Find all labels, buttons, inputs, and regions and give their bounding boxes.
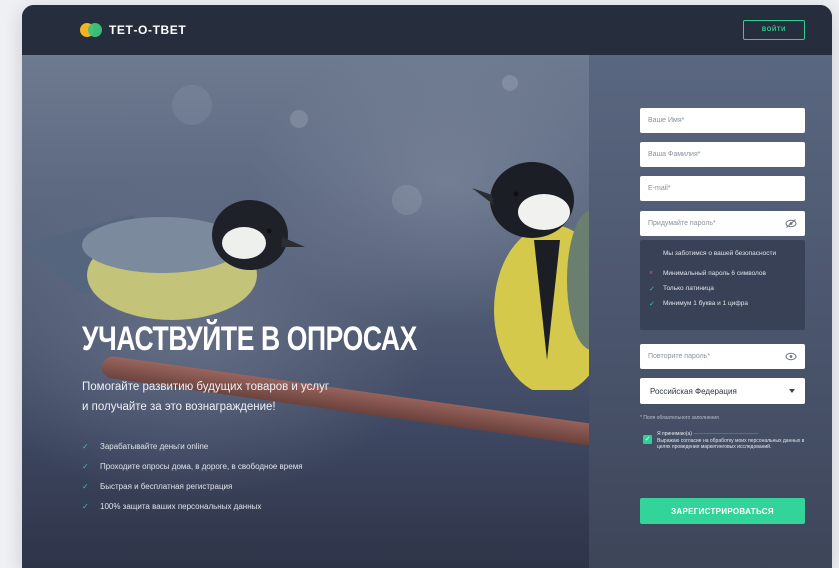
logo-text: ТЕТ-О-ТВЕТ bbox=[109, 23, 187, 37]
country-select-value: Российская Федерация bbox=[650, 386, 737, 396]
features-list: ✓ Зарабатывайте деньги online ✓ Проходит… bbox=[82, 436, 303, 516]
password-input[interactable]: Придумайте пароль* bbox=[640, 211, 805, 236]
check-icon: ✓ bbox=[82, 501, 89, 511]
feature-text: Быстрая и бесплатная регистрация bbox=[100, 481, 233, 491]
check-icon: ✓ bbox=[82, 441, 89, 451]
login-button[interactable]: ВОЙТИ bbox=[743, 20, 805, 40]
left-bird-image bbox=[22, 200, 305, 320]
chevron-down-icon bbox=[789, 389, 795, 393]
password-rule-text: Минимум 1 буква и 1 цифра bbox=[663, 300, 748, 307]
hero-title: УЧАСТВУЙТЕ В ОПРОСАХ bbox=[82, 320, 417, 358]
right-bird-image bbox=[472, 162, 589, 390]
repeat-password-input[interactable]: Повторите пароль* bbox=[640, 344, 805, 369]
error-cross-icon: × bbox=[649, 270, 654, 277]
email-input[interactable]: E-mail* bbox=[640, 176, 805, 201]
feature-text: 100% защита ваших персональных данных bbox=[100, 501, 262, 511]
show-password-icon[interactable] bbox=[785, 352, 797, 361]
consent-prefix: Я принимаю(а) bbox=[657, 431, 692, 437]
feature-item: ✓ 100% защита ваших персональных данных bbox=[82, 496, 303, 516]
password-rule-text: Минимальный пароль 6 символов bbox=[663, 270, 766, 277]
check-icon: ✓ bbox=[82, 481, 89, 491]
password-rule-item: × Минимальный пароль 6 символов bbox=[649, 266, 795, 281]
background-bokeh bbox=[290, 110, 308, 128]
repeat-password-placeholder: Повторите пароль* bbox=[648, 353, 711, 360]
password-rule-item: ✓ Минимум 1 буква и 1 цифра bbox=[649, 296, 795, 311]
hero-subtitle-line-1: Помогайте развитию будущих товаров и усл… bbox=[82, 381, 330, 393]
first-name-input[interactable]: Ваше Имя* bbox=[640, 108, 805, 133]
registration-form-panel: Ваше Имя* Ваша Фамилия* E-mail* Придумай… bbox=[589, 55, 832, 568]
logo[interactable]: ТЕТ-О-ТВЕТ bbox=[80, 21, 186, 39]
email-placeholder: E-mail* bbox=[648, 185, 671, 192]
hero-subtitle-line-2: и получайте за это вознаграждение! bbox=[82, 401, 276, 413]
hide-password-icon[interactable] bbox=[785, 219, 797, 228]
consent-text: Я принимаю(а) ————————————— Выражаю согл… bbox=[657, 431, 810, 451]
hero-subtitle: Помогайте развитию будущих товаров и усл… bbox=[82, 377, 382, 417]
feature-item: ✓ Быстрая и бесплатная регистрация bbox=[82, 476, 303, 496]
logo-icon bbox=[80, 21, 102, 39]
consent-description: Выражаю согласие на обработку моих персо… bbox=[657, 437, 805, 451]
required-fields-note: * Поля обязательного заполнения bbox=[640, 415, 719, 421]
last-name-placeholder: Ваша Фамилия* bbox=[648, 151, 701, 158]
country-select[interactable]: Российская Федерация bbox=[640, 378, 805, 404]
background-bokeh bbox=[502, 75, 518, 91]
password-placeholder: Придумайте пароль* bbox=[648, 220, 716, 227]
password-rule-text: Только латиница bbox=[663, 285, 714, 292]
consent-checkbox[interactable]: ✓ bbox=[643, 435, 652, 444]
password-rule-item: ✓ Только латиница bbox=[649, 281, 795, 296]
feature-text: Проходите опросы дома, в дороге, в свобо… bbox=[100, 461, 303, 471]
feature-text: Зарабатывайте деньги online bbox=[100, 441, 209, 451]
check-icon: ✓ bbox=[649, 285, 655, 293]
feature-item: ✓ Проходите опросы дома, в дороге, в сво… bbox=[82, 456, 303, 476]
background-bokeh bbox=[172, 85, 212, 125]
consent-block: ✓ Я принимаю(а) ————————————— Выражаю со… bbox=[640, 431, 810, 451]
check-icon: ✓ bbox=[82, 461, 89, 471]
feature-item: ✓ Зарабатывайте деньги online bbox=[82, 436, 303, 456]
check-icon: ✓ bbox=[649, 300, 655, 308]
browser-page: ТЕТ-О-ТВЕТ ВОЙТИ УЧАСТВУЙТЕ В ОПРОСАХ По… bbox=[22, 5, 832, 568]
top-navigation-bar: ТЕТ-О-ТВЕТ ВОЙТИ bbox=[22, 5, 832, 55]
register-button[interactable]: ЗАРЕГИСТРИРОВАТЬСЯ bbox=[640, 498, 805, 524]
first-name-placeholder: Ваше Имя* bbox=[648, 117, 685, 124]
terms-link[interactable]: ————————————— bbox=[693, 431, 758, 437]
last-name-input[interactable]: Ваша Фамилия* bbox=[640, 142, 805, 167]
password-hint-title: Мы заботимся о вашей безопасности bbox=[663, 250, 777, 257]
password-requirements-box: Мы заботимся о вашей безопасности × Мини… bbox=[640, 240, 805, 330]
background-bokeh bbox=[392, 185, 422, 215]
hero-section: УЧАСТВУЙТЕ В ОПРОСАХ Помогайте развитию … bbox=[22, 55, 589, 568]
